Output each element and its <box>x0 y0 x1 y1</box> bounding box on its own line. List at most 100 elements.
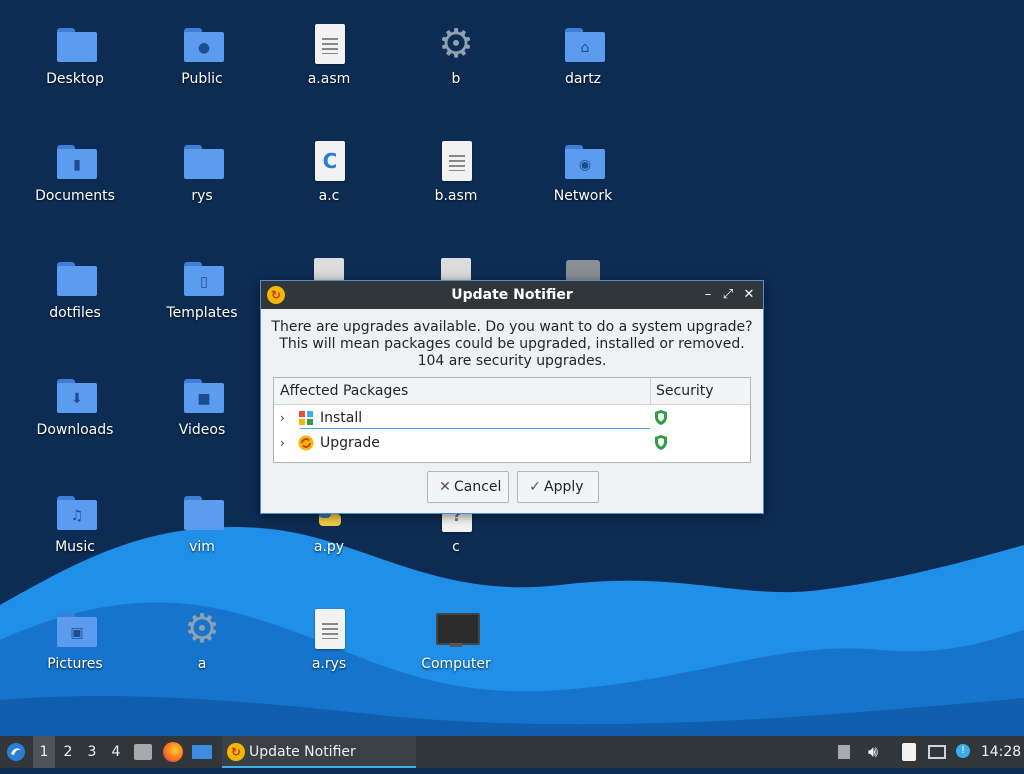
folder-download-icon: ⬇ <box>51 371 99 419</box>
maximize-button[interactable]: ⤢ <box>718 285 738 305</box>
icon-label: vim <box>189 539 215 555</box>
icon-label: Templates <box>166 305 238 321</box>
security-shield-icon <box>655 410 667 425</box>
desktop-icon-music[interactable]: ♫ Music <box>20 488 130 578</box>
icon-label: a.rys <box>311 656 347 672</box>
desktop-icon-network[interactable]: ◉ Network <box>528 137 638 227</box>
message-line-3: 104 are security upgrades. <box>417 353 607 369</box>
icon-label: Downloads <box>36 422 114 438</box>
icon-label: Network <box>553 188 613 204</box>
tree-row-label: Upgrade <box>320 435 380 451</box>
icon-label: Music <box>55 539 95 555</box>
start-menu-button[interactable] <box>4 736 28 768</box>
folder-public-icon: ● <box>178 20 226 68</box>
file-manager-icon <box>134 744 152 760</box>
gear-icon: ⚙ <box>184 606 220 652</box>
firefox-icon <box>163 742 183 762</box>
cancel-x-icon: ✕ <box>439 479 451 495</box>
icon-label: a.c <box>318 188 340 204</box>
close-button[interactable]: ✕ <box>739 285 759 305</box>
taskbar: 1 2 3 4 ↻ Update Notifier 🔊︎ ! 14:28 <box>0 736 1024 768</box>
cancel-label: Cancel <box>454 479 502 495</box>
lubuntu-logo-icon <box>7 743 25 761</box>
network-tray-button[interactable] <box>926 736 948 768</box>
folder-icon <box>178 488 226 536</box>
desktop-icon-dartz[interactable]: ⌂ dartz <box>528 20 638 110</box>
desktop-icon-vim[interactable]: vim <box>147 488 257 578</box>
file-manager-launcher[interactable] <box>134 736 156 768</box>
desktop-icon-desktop[interactable]: Desktop <box>20 20 130 110</box>
desktop-icon-dotfiles[interactable]: dotfiles <box>20 254 130 344</box>
update-tray-button[interactable]: ! <box>952 736 974 768</box>
task-label: Update Notifier <box>249 744 356 760</box>
task-update-notifier[interactable]: ↻ Update Notifier <box>222 736 416 768</box>
icon-label: Pictures <box>47 656 103 672</box>
desktop-icon-rys[interactable]: rys <box>147 137 257 227</box>
apply-button[interactable]: ✓ Apply <box>517 471 599 503</box>
tree-row-install[interactable]: › Install <box>274 406 750 430</box>
cancel-button[interactable]: ✕ Cancel <box>427 471 509 503</box>
column-header-security[interactable]: Security <box>656 378 714 404</box>
icon-label: Public <box>181 71 223 87</box>
desktop-icon-a-asm[interactable]: a.asm <box>274 20 384 110</box>
computer-icon <box>432 605 480 653</box>
volume-icon[interactable]: 🔊︎ <box>862 736 884 768</box>
binary-file-icon[interactable] <box>314 258 344 280</box>
folder-documents-icon: ▮ <box>51 137 99 185</box>
affected-packages-tree[interactable]: Affected Packages Security › Install › U… <box>273 377 751 463</box>
show-desktop-button[interactable] <box>192 736 216 768</box>
package-grid-icon <box>298 410 314 426</box>
column-header-packages[interactable]: Affected Packages <box>280 378 408 404</box>
firefox-launcher[interactable] <box>163 736 185 768</box>
trash-icon[interactable] <box>566 260 600 280</box>
expand-arrow-icon[interactable]: › <box>280 406 285 430</box>
folder-home-icon: ⌂ <box>559 20 607 68</box>
desktop-icon <box>192 745 212 759</box>
text-file-icon <box>305 20 353 68</box>
message-line-2: This will mean packages could be upgrade… <box>279 336 745 352</box>
update-available-icon: ! <box>956 744 970 758</box>
desktop-icon-videos[interactable]: ■ Videos <box>147 371 257 461</box>
desktop-icon-public[interactable]: ● Public <box>147 20 257 110</box>
gear-icon: ⚙ <box>438 21 474 67</box>
tree-row-label: Install <box>320 410 363 426</box>
icon-label: c <box>452 539 460 555</box>
desktop-icon-computer[interactable]: Computer <box>401 605 511 695</box>
desktop-icon-b-asm[interactable]: b.asm <box>401 137 511 227</box>
expand-arrow-icon[interactable]: › <box>280 431 285 455</box>
desktop-icon-a-c[interactable]: C a.c <box>274 137 384 227</box>
icon-label: Computer <box>421 656 491 672</box>
desktop-icon-a-rys[interactable]: a.rys <box>274 605 384 695</box>
workspace-3[interactable]: 3 <box>81 736 103 768</box>
workspace-1[interactable]: 1 <box>33 736 55 768</box>
tray-expand-button[interactable] <box>834 736 854 768</box>
icon-label: Videos <box>178 422 226 438</box>
update-notifier-dialog: ↻ Update Notifier – ⤢ ✕ There are upgrad… <box>260 280 764 514</box>
icon-label: a <box>197 656 207 672</box>
clipboard-tray-button[interactable] <box>898 736 920 768</box>
workspace-4[interactable]: 4 <box>105 736 127 768</box>
desktop-icon-a[interactable]: ⚙ a <box>147 605 257 695</box>
folder-music-icon: ♫ <box>51 488 99 536</box>
message-line-1: There are upgrades available. Do you wan… <box>271 319 753 335</box>
desktop-icon-downloads[interactable]: ⬇ Downloads <box>20 371 130 461</box>
desktop-icon-documents[interactable]: ▮ Documents <box>20 137 130 227</box>
desktop-icon-templates[interactable]: ▯ Templates <box>147 254 257 344</box>
folder-icon <box>51 20 99 68</box>
text-file-icon <box>432 137 480 185</box>
binary-file-icon[interactable] <box>441 258 471 280</box>
dialog-titlebar[interactable]: ↻ Update Notifier – ⤢ ✕ <box>261 281 763 309</box>
folder-network-icon: ◉ <box>559 137 607 185</box>
icon-label: b <box>451 71 461 87</box>
icon-label: Documents <box>35 188 115 204</box>
minimize-button[interactable]: – <box>698 285 718 305</box>
tree-row-upgrade[interactable]: › Upgrade <box>274 431 750 455</box>
workspace-2[interactable]: 2 <box>57 736 79 768</box>
clock[interactable]: 14:28 <box>978 736 1024 768</box>
network-icon <box>928 745 946 759</box>
desktop-icon-pictures[interactable]: ▣ Pictures <box>20 605 130 695</box>
desktop-icon-b[interactable]: ⚙ b <box>401 20 511 110</box>
folder-videos-icon: ■ <box>178 371 226 419</box>
dialog-message: There are upgrades available. Do you wan… <box>261 319 763 370</box>
clipboard-icon <box>902 743 916 761</box>
